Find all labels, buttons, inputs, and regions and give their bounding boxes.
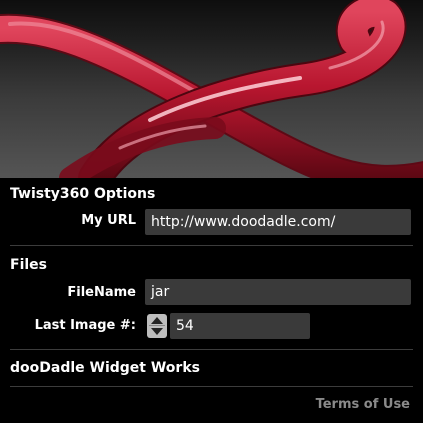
terms-of-use-link[interactable]: Terms of Use (316, 397, 410, 412)
options-panel: Twisty360 Options My URL http://www.dood… (0, 178, 423, 423)
filename-field[interactable]: jar (145, 279, 411, 305)
divider (10, 386, 413, 387)
last-image-label: Last Image #: (34, 318, 136, 333)
divider (10, 349, 413, 350)
credit-text: dooDadle Widget Works (10, 360, 200, 376)
filename-label: FileName (67, 285, 136, 300)
divider (10, 245, 413, 246)
stepper-separator (149, 325, 165, 326)
options-title: Twisty360 Options (10, 186, 156, 202)
red-tube-graphic (0, 0, 423, 178)
my-url-label: My URL (81, 213, 136, 228)
my-url-field[interactable]: http://www.doodadle.com/ (145, 209, 411, 235)
last-image-field[interactable]: 54 (170, 313, 310, 339)
up-down-stepper-icon[interactable] (147, 314, 167, 338)
twisty360-widget: Twisty360 Options My URL http://www.dood… (0, 0, 423, 423)
twisty-preview-image (0, 0, 423, 178)
stepper-up-icon[interactable] (151, 317, 163, 324)
files-title: Files (10, 257, 47, 273)
stepper-down-icon[interactable] (151, 328, 163, 335)
